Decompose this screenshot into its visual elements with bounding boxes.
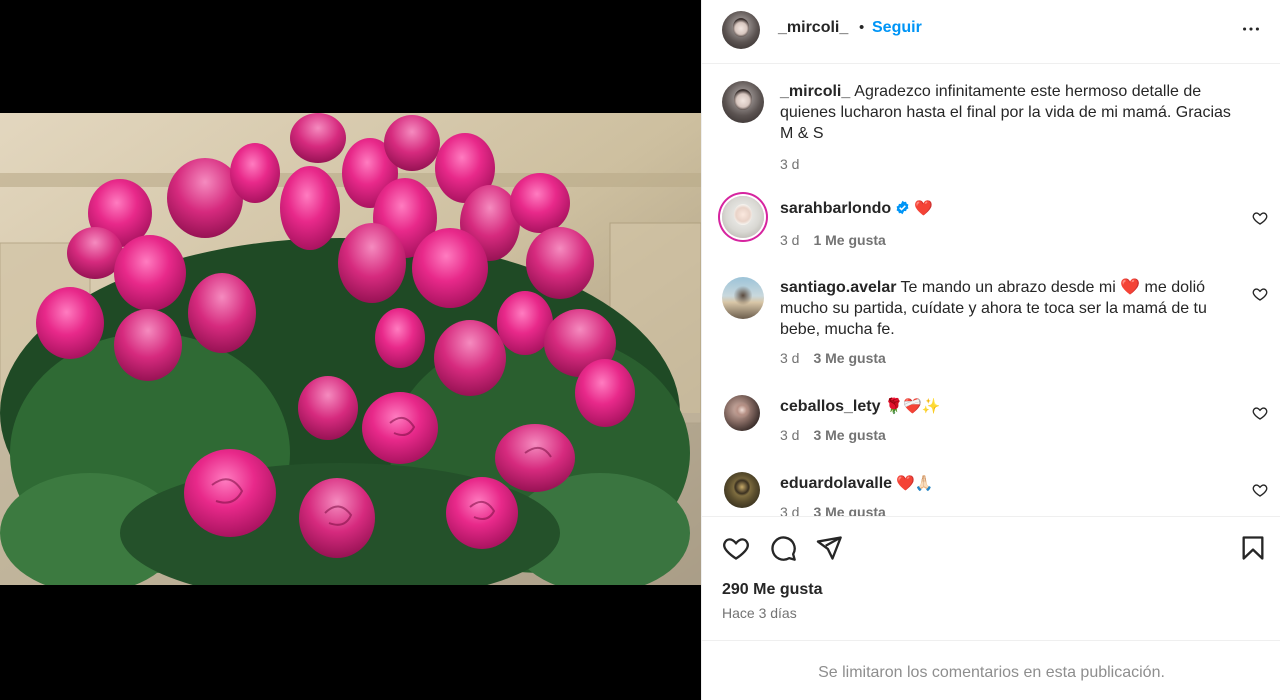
comment-avatar[interactable]	[724, 472, 760, 508]
comment-username[interactable]: sarahbarlondo	[780, 200, 891, 217]
comment-text-block: eduardolavalle ❤️🙏🏻	[780, 473, 1250, 494]
share-icon[interactable]	[815, 534, 843, 562]
comment-time[interactable]: 3 d	[780, 504, 799, 516]
comment-text-block: ceballos_lety 🌹❤️‍🩹✨	[780, 396, 1250, 417]
instagram-post-page: _mircoli_ • Seguir _mircoli_ Agradezco in…	[0, 0, 1280, 700]
comments-limited-notice: Se limitaron los comentarios en esta pub…	[702, 640, 1280, 700]
separator-dot: •	[859, 19, 865, 36]
comment-username[interactable]: ceballos_lety	[780, 398, 881, 415]
comment-likes[interactable]: 3 Me gusta	[813, 504, 885, 516]
post-side-panel: _mircoli_ • Seguir _mircoli_ Agradezco in…	[701, 0, 1280, 700]
caption-avatar[interactable]	[722, 81, 764, 123]
author-avatar[interactable]	[722, 11, 760, 49]
comment-username[interactable]: santiago.avelar	[780, 279, 897, 296]
comment-time[interactable]: 3 d	[780, 350, 799, 366]
comment-meta: 3 d 1 Me gusta	[780, 232, 886, 248]
comment-like-heart-icon[interactable]	[1252, 210, 1268, 226]
comment-avatar[interactable]	[722, 277, 764, 319]
comment-text: ❤️	[914, 199, 933, 217]
comment-text: ❤️🙏🏻	[896, 474, 934, 492]
verified-badge-icon	[895, 200, 910, 215]
comment-like-heart-icon[interactable]	[1252, 405, 1268, 421]
caption-username[interactable]: _mircoli_	[780, 83, 850, 100]
follow-button[interactable]: Seguir	[872, 19, 922, 37]
post-header: _mircoli_ • Seguir	[702, 0, 1280, 64]
comment-likes[interactable]: 1 Me gusta	[813, 232, 885, 248]
post-date[interactable]: Hace 3 días	[722, 605, 797, 621]
post-media-panel	[0, 0, 701, 700]
author-username[interactable]: _mircoli_	[778, 19, 848, 37]
comment-meta: 3 d 3 Me gusta	[780, 427, 886, 443]
comment-meta: 3 d 3 Me gusta	[780, 504, 886, 516]
comment-likes[interactable]: 3 Me gusta	[813, 427, 885, 443]
comment-like-heart-icon[interactable]	[1252, 482, 1268, 498]
comment-text: 🌹❤️‍🩹✨	[884, 397, 941, 415]
comment-username[interactable]: eduardolavalle	[780, 475, 892, 492]
caption-text-block: _mircoli_ Agradezco infinitamente este he…	[780, 81, 1240, 144]
comment-avatar[interactable]	[724, 395, 760, 431]
post-actions-bar: 290 Me gusta Hace 3 días	[702, 516, 1280, 641]
comment-like-heart-icon[interactable]	[1252, 286, 1268, 302]
bookmark-icon[interactable]	[1239, 534, 1267, 562]
comment-text-block: santiago.avelar Te mando un abrazo desde …	[780, 277, 1250, 340]
post-photo-roses[interactable]	[0, 113, 701, 585]
comment-icon[interactable]	[769, 534, 797, 562]
comment-avatar[interactable]	[722, 196, 764, 238]
comment-time[interactable]: 3 d	[780, 232, 799, 248]
heart-icon[interactable]	[722, 534, 750, 562]
comment-likes[interactable]: 3 Me gusta	[813, 350, 885, 366]
comment-meta: 3 d 3 Me gusta	[780, 350, 886, 366]
comment-text-block: sarahbarlondo ❤️	[780, 198, 1250, 219]
caption-time[interactable]: 3 d	[780, 156, 799, 172]
post-likes-count[interactable]: 290 Me gusta	[722, 581, 822, 599]
more-horizontal-icon[interactable]	[1240, 18, 1262, 40]
comments-list[interactable]: _mircoli_ Agradezco infinitamente este he…	[702, 65, 1280, 516]
roses-illustration	[0, 113, 701, 585]
caption-meta: 3 d	[780, 156, 799, 172]
comment-time[interactable]: 3 d	[780, 427, 799, 443]
